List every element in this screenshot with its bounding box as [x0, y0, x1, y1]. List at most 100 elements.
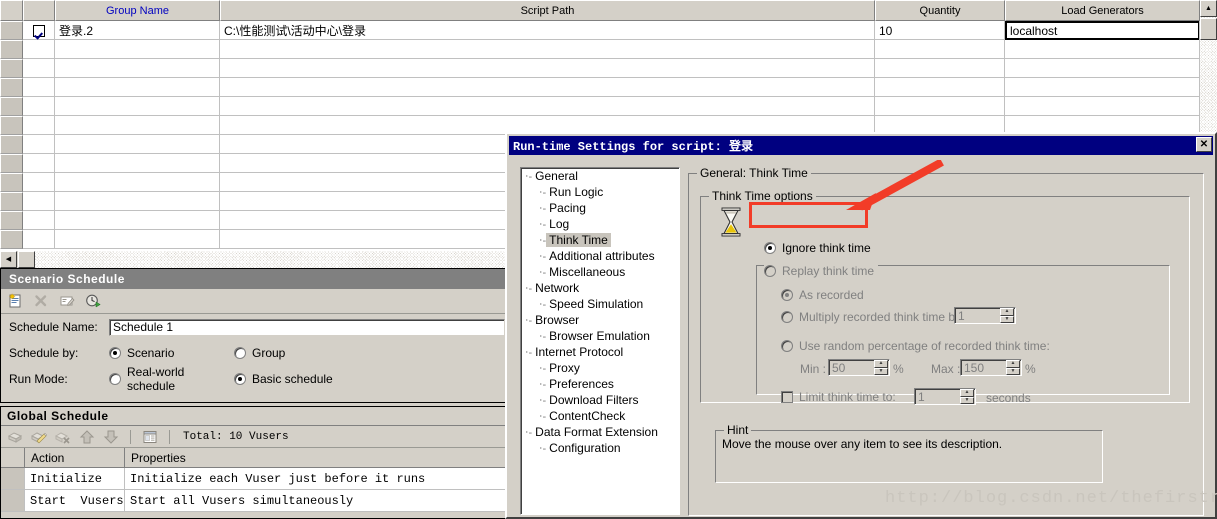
- cell-empty[interactable]: [875, 97, 1005, 116]
- table-row[interactable]: [23, 40, 1200, 59]
- table-row[interactable]: [23, 78, 1200, 97]
- properties-icon[interactable]: [142, 429, 158, 445]
- tree-item-network[interactable]: ‧‐ Network: [521, 280, 679, 296]
- cell-empty[interactable]: [55, 230, 220, 249]
- global-schedule-toolbar[interactable]: Total: 10 Vusers: [1, 426, 509, 448]
- tree-item-browser-emulation[interactable]: ‧‐ Browser Emulation: [521, 328, 679, 344]
- radio-replay-think-time[interactable]: Replay think time: [764, 264, 879, 278]
- load-generators-input[interactable]: localhost: [1005, 21, 1199, 40]
- table-row[interactable]: [23, 59, 1200, 78]
- cell-empty[interactable]: [875, 59, 1005, 78]
- tree-item-log[interactable]: ‧‐ Log: [521, 216, 679, 232]
- schedule-row[interactable]: Initialize Initialize each Vuser just bef…: [1, 468, 509, 490]
- radio-real-world-schedule[interactable]: Real-world schedule: [109, 365, 234, 393]
- spin-down-icon[interactable]: ▼: [874, 367, 888, 375]
- cell-empty[interactable]: [23, 211, 55, 230]
- cell-group-name[interactable]: 登录.2: [55, 21, 220, 40]
- cell-empty[interactable]: [55, 154, 220, 173]
- tree-item-run-logic[interactable]: ‧‐ Run Logic: [521, 184, 679, 200]
- global-schedule-table[interactable]: Action Properties Initialize Initialize ea…: [1, 448, 509, 512]
- grid-row-header[interactable]: [0, 78, 23, 97]
- cell-empty[interactable]: [23, 40, 55, 59]
- radio-ignore-think-time[interactable]: Ignore think time: [764, 241, 871, 255]
- spinner-buttons[interactable]: ▲ ▼: [960, 389, 974, 404]
- cell-empty[interactable]: [23, 97, 55, 116]
- vscroll-thumb[interactable]: [1200, 18, 1217, 40]
- new-schedule-icon[interactable]: [7, 293, 23, 309]
- grid-header-script-path[interactable]: Script Path: [220, 0, 875, 21]
- close-icon[interactable]: ✕: [1196, 137, 1212, 152]
- cell-quantity[interactable]: 10: [875, 21, 1005, 40]
- move-up-icon[interactable]: [79, 429, 95, 445]
- cell-empty[interactable]: [220, 40, 875, 59]
- limit-think-time-checkbox[interactable]: [781, 391, 793, 403]
- tree-item-download-filters[interactable]: ‧‐ Download Filters: [521, 392, 679, 408]
- remove-action-icon[interactable]: [54, 429, 71, 445]
- schedule-row[interactable]: Start Vusers Start all Vusers simultaneou…: [1, 490, 509, 512]
- tree-item-proxy[interactable]: ‧‐ Proxy: [521, 360, 679, 376]
- radio-as-recorded[interactable]: As recorded: [781, 288, 864, 302]
- tree-item-configuration[interactable]: ‧‐ Configuration: [521, 440, 679, 456]
- limit-spinner[interactable]: 1 ▲ ▼: [914, 388, 976, 405]
- grid-row-header[interactable]: [0, 173, 23, 192]
- cell-empty[interactable]: [1005, 40, 1200, 59]
- schedule-row-handle[interactable]: [1, 490, 25, 511]
- cell-empty[interactable]: [23, 230, 55, 249]
- cell-empty[interactable]: [220, 59, 875, 78]
- schedule-col-action[interactable]: Action: [25, 448, 125, 467]
- schedule-col-blank[interactable]: [1, 448, 25, 467]
- tree-item-preferences[interactable]: ‧‐ Preferences: [521, 376, 679, 392]
- grid-header-load-generators[interactable]: Load Generators: [1005, 0, 1200, 21]
- cell-empty[interactable]: [55, 78, 220, 97]
- limit-think-time-row[interactable]: Limit think time to:: [781, 390, 896, 404]
- cell-empty[interactable]: [23, 116, 55, 135]
- grid-row-header[interactable]: [0, 59, 23, 78]
- grid-header-blank-1[interactable]: [23, 0, 55, 21]
- grid-row-header[interactable]: [0, 40, 23, 59]
- settings-tree[interactable]: ‧‐ General ‧‐ Run Logic ‧‐ Pacing ‧‐ Log ‧‐ Think…: [520, 167, 680, 515]
- cell-empty[interactable]: [1005, 59, 1200, 78]
- spin-up-icon[interactable]: ▲: [1006, 360, 1020, 368]
- grid-row-header[interactable]: [0, 154, 23, 173]
- tree-item-additional-attributes[interactable]: ‧‐ Additional attributes: [521, 248, 679, 264]
- cell-empty[interactable]: [55, 97, 220, 116]
- cell-empty[interactable]: [55, 173, 220, 192]
- tree-item-data-format-extension[interactable]: ‧‐ Data Format Extension: [521, 424, 679, 440]
- schedule-cell-properties[interactable]: Start all Vusers simultaneously: [125, 490, 509, 511]
- grid-row-header[interactable]: [0, 192, 23, 211]
- tree-item-general[interactable]: ‧‐ General: [521, 168, 679, 184]
- spin-down-icon[interactable]: ▼: [960, 396, 974, 404]
- cell-empty[interactable]: [23, 59, 55, 78]
- cell-empty[interactable]: [23, 78, 55, 97]
- min-spinner[interactable]: 50 ▲ ▼: [828, 359, 890, 376]
- cell-empty[interactable]: [875, 40, 1005, 59]
- delete-schedule-icon[interactable]: [33, 293, 49, 309]
- radio-schedule-by-group[interactable]: Group: [234, 346, 285, 360]
- spin-up-icon[interactable]: ▲: [960, 389, 974, 397]
- edit-schedule-icon[interactable]: [59, 293, 75, 309]
- cell-empty[interactable]: [220, 97, 875, 116]
- grid-header-quantity[interactable]: Quantity: [875, 0, 1005, 21]
- cell-empty[interactable]: [55, 192, 220, 211]
- tree-item-internet-protocol[interactable]: ‧‐ Internet Protocol: [521, 344, 679, 360]
- cell-empty[interactable]: [23, 135, 55, 154]
- cell-empty[interactable]: [23, 173, 55, 192]
- spin-up-icon[interactable]: ▲: [874, 360, 888, 368]
- cell-empty[interactable]: [23, 154, 55, 173]
- multiply-spinner[interactable]: 1 ▲ ▼: [954, 307, 1016, 324]
- schedule-row-handle[interactable]: [1, 468, 25, 489]
- add-action-icon[interactable]: [7, 429, 23, 445]
- cell-load-generators[interactable]: localhost: [1005, 21, 1200, 40]
- move-down-icon[interactable]: [103, 429, 119, 445]
- cell-empty[interactable]: [55, 116, 220, 135]
- cell-empty[interactable]: [55, 211, 220, 230]
- run-time-settings-dialog[interactable]: Run-time Settings for script: 登录 ✕ ‧‐ Gen…: [505, 132, 1217, 519]
- cell-empty[interactable]: [55, 59, 220, 78]
- tree-item-contentcheck[interactable]: ‧‐ ContentCheck: [521, 408, 679, 424]
- table-row[interactable]: [23, 97, 1200, 116]
- dialog-title-bar[interactable]: Run-time Settings for script: 登录 ✕: [509, 136, 1213, 155]
- schedule-name-input[interactable]: Schedule 1: [109, 318, 505, 336]
- grid-row-header[interactable]: [0, 116, 23, 135]
- spin-up-icon[interactable]: ▲: [1000, 308, 1014, 316]
- radio-schedule-by-scenario[interactable]: Scenario: [109, 346, 234, 360]
